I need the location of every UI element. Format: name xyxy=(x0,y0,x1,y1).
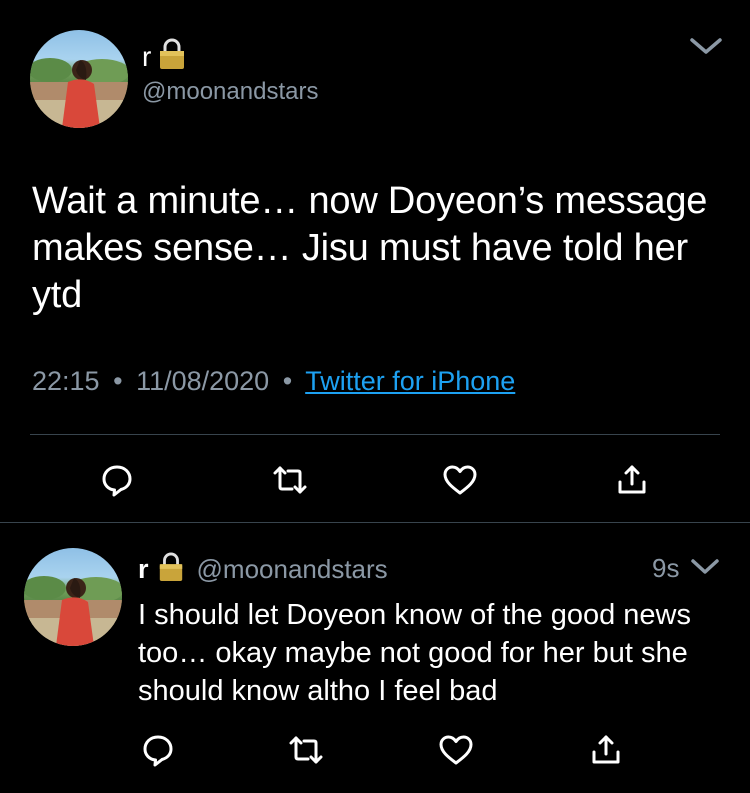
display-name[interactable]: r xyxy=(138,554,149,585)
share-icon xyxy=(592,735,620,764)
separator: • xyxy=(282,366,293,396)
avatar[interactable] xyxy=(24,548,122,646)
display-name-row: r xyxy=(142,38,187,75)
separator: • xyxy=(113,366,123,396)
lock-icon xyxy=(157,552,185,587)
share-icon xyxy=(618,465,646,494)
tweet-text: Wait a minute… now Doyeon’s message make… xyxy=(32,180,708,316)
like-button[interactable] xyxy=(440,460,480,500)
reply-icon xyxy=(102,465,132,497)
chevron-down-icon[interactable] xyxy=(688,34,724,58)
divider xyxy=(0,522,750,523)
heart-icon xyxy=(439,735,473,765)
username[interactable]: @moonandstars xyxy=(142,78,318,106)
lock-icon xyxy=(157,38,187,75)
reply-icon xyxy=(143,735,173,767)
chevron-down-icon[interactable] xyxy=(690,557,720,577)
retweet-button[interactable] xyxy=(270,460,310,500)
share-button[interactable] xyxy=(586,730,626,770)
share-button[interactable] xyxy=(612,460,652,500)
reply-time: 9s xyxy=(652,553,680,583)
tweet-time: 22:15 xyxy=(32,366,100,396)
retweet-icon xyxy=(289,736,323,764)
tweet-source-link[interactable]: Twitter for iPhone xyxy=(305,366,515,396)
reply-button[interactable] xyxy=(138,730,178,770)
username[interactable]: @moonandstars xyxy=(197,554,388,585)
heart-icon xyxy=(443,465,477,495)
reply-text: I should let Doyeon know of the good new… xyxy=(138,599,691,707)
reply-button[interactable] xyxy=(97,460,137,500)
retweet-icon xyxy=(273,466,307,494)
divider xyxy=(30,434,720,435)
tweet-meta: 22:15 • 11/08/2020 • Twitter for iPhone xyxy=(32,366,515,397)
tweet-date: 11/08/2020 xyxy=(136,366,270,396)
display-name[interactable]: r xyxy=(142,41,151,73)
retweet-button[interactable] xyxy=(286,730,326,770)
reply-header: r @moonandstars xyxy=(138,552,388,587)
like-button[interactable] xyxy=(436,730,476,770)
avatar[interactable] xyxy=(30,30,128,128)
